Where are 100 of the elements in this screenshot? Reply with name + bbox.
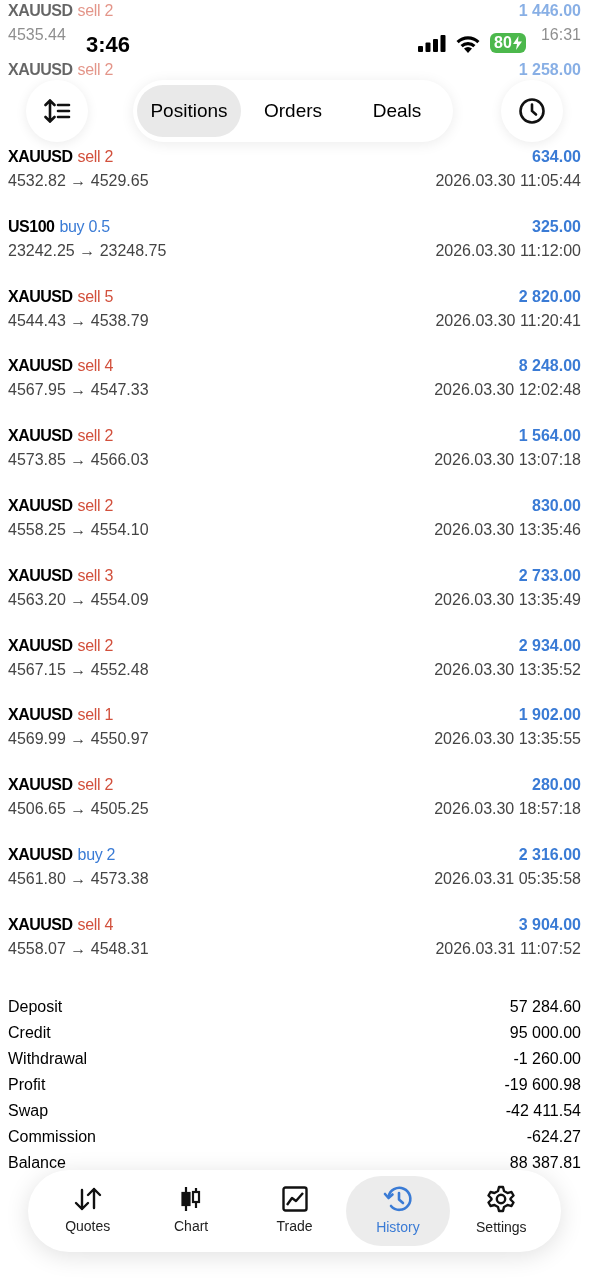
summary-value: -42 411.54 (505, 1100, 581, 1121)
price-range: 4573.85 → 4566.03 (8, 450, 149, 471)
profit-value: 2 733.00 (518, 565, 581, 586)
side-label: sell 5 (77, 286, 114, 307)
summary-label: Swap (8, 1100, 49, 1121)
price-range: 4532.82 → 4529.65 (8, 171, 149, 191)
price-range: 4506.65 → 4505.25 (8, 799, 149, 820)
profit-value: 2 934.00 (518, 635, 581, 656)
side-label: sell 1 (77, 705, 114, 726)
clock-icon (518, 97, 546, 125)
arrows-icon (72, 1185, 103, 1212)
symbol-label: XAUUSD (8, 565, 73, 586)
price-range: 4563.20 → 4554.09 (8, 589, 149, 610)
deal-time: 2026.03.30 11:05:44 (435, 171, 581, 191)
nav-tab[interactable]: Settings (449, 1176, 554, 1246)
symbol-label: XAUUSD (8, 705, 73, 726)
side-label: sell 2 (77, 1, 114, 21)
side-label: sell 2 (77, 775, 114, 796)
side-label: sell 3 (77, 565, 114, 586)
battery-level: 80 (494, 33, 512, 53)
nav-tab[interactable]: Trade (242, 1176, 347, 1246)
summary-label: Balance (8, 1152, 66, 1173)
bolt-icon (512, 36, 522, 50)
nav-tab[interactable]: Chart (139, 1176, 243, 1246)
deal-time: 2026.03.31 11:07:52 (435, 938, 581, 959)
symbol-label: XAUUSD (8, 496, 73, 516)
price-range: 4567.95 → 4547.33 (8, 380, 149, 401)
price-range: 4561.80 → 4573.38 (8, 868, 149, 889)
signal-icon (418, 35, 446, 52)
settings-icon (487, 1184, 516, 1213)
summary-value: 57 284.60 (509, 996, 581, 1017)
deal-time: 2026.03.30 12:02:48 (434, 380, 581, 401)
symbol-label: XAUUSD (8, 286, 73, 307)
price-range: 4567.15 → 4552.48 (8, 659, 149, 680)
summary-label: Profit (8, 1074, 46, 1095)
segment-tab[interactable]: Deals (345, 85, 449, 137)
profit-value: 325.00 (532, 216, 581, 237)
nav-tab[interactable]: Quotes (36, 1176, 140, 1246)
deal-time: 2026.03.30 13:35:49 (434, 589, 581, 610)
clock-time: 3:46 (86, 31, 131, 59)
symbol-label: US100 (8, 216, 55, 237)
summary-value: 88 387.81 (509, 1152, 581, 1173)
side-label: sell 2 (77, 426, 114, 447)
wifi-icon (455, 34, 481, 53)
symbol-label: XAUUSD (8, 356, 73, 377)
side-label: sell 2 (77, 60, 114, 80)
deal-time: 2026.03.30 13:35:52 (434, 659, 581, 680)
segment-tab[interactable]: Positions (137, 85, 241, 137)
price-range: 4558.07 → 4548.31 (8, 938, 149, 959)
symbol-label: XAUUSD (8, 426, 73, 447)
summary-label: Deposit (8, 996, 63, 1017)
segment-tab[interactable]: Orders (241, 85, 345, 137)
profit-value: 8 248.00 (518, 356, 581, 377)
price-range: 4558.25 → 4554.10 (8, 520, 149, 540)
summary-label: Withdrawal (8, 1048, 88, 1069)
deal-time: 2026.03.30 11:12:00 (435, 240, 581, 261)
symbol-label: XAUUSD (8, 844, 73, 865)
price-range: 4544.43 → 4538.79 (8, 310, 149, 331)
deal-time: 2026.03.30 13:35:46 (434, 520, 581, 540)
summary-value: -1 260.00 (513, 1048, 581, 1069)
deal-time: 2026.03.30 13:35:55 (434, 729, 581, 750)
profit-value: 830.00 (532, 496, 581, 516)
side-label: sell 2 (77, 635, 114, 656)
symbol-label: XAUUSD (8, 1, 73, 21)
sort-icon (43, 99, 71, 123)
side-label: sell 2 (77, 496, 114, 516)
summary-value: -624.27 (526, 1126, 581, 1147)
profit-value: 2 316.00 (518, 844, 581, 865)
profit-value: 280.00 (532, 775, 581, 796)
summary-label: Commission (8, 1126, 96, 1147)
symbol-label: XAUUSD (8, 60, 73, 80)
deal-time: 2026.03.30 13:07:18 (434, 450, 581, 471)
deal-time: 2026.03.30 18:57:18 (434, 799, 581, 820)
side-label: sell 2 (77, 147, 114, 167)
symbol-label: XAUUSD (8, 914, 73, 935)
profit-value: 634.00 (532, 147, 581, 167)
history-icon (382, 1184, 413, 1213)
deal-time: 2026.03.31 05:35:58 (434, 868, 581, 889)
symbol-label: XAUUSD (8, 635, 73, 656)
price-range: 23242.25 → 23248.75 (8, 240, 167, 261)
profit-value: 1 564.00 (518, 426, 581, 447)
summary-label: Credit (8, 1022, 51, 1043)
chart-icon (281, 1185, 308, 1212)
deal-time: 2026.03.30 11:20:41 (435, 310, 581, 331)
profit-value: 1 902.00 (518, 705, 581, 726)
side-label: buy 2 (77, 844, 116, 865)
side-label: sell 4 (77, 356, 114, 377)
profit-value: 3 904.00 (518, 914, 581, 935)
price-range: 4535.44 (8, 25, 66, 45)
nav-tab[interactable]: History (346, 1176, 450, 1246)
deal-time: 16:31 (540, 25, 581, 45)
profit-value: 2 820.00 (518, 286, 581, 307)
summary-value: 95 000.00 (509, 1022, 581, 1043)
price-range: 4569.99 → 4550.97 (8, 729, 149, 750)
profit-value: 1 258.00 (518, 60, 581, 80)
side-label: buy 0.5 (59, 216, 110, 237)
symbol-label: XAUUSD (8, 147, 73, 167)
side-label: sell 4 (77, 914, 114, 935)
profit-value: 1 446.00 (518, 1, 581, 21)
symbol-label: XAUUSD (8, 775, 73, 796)
